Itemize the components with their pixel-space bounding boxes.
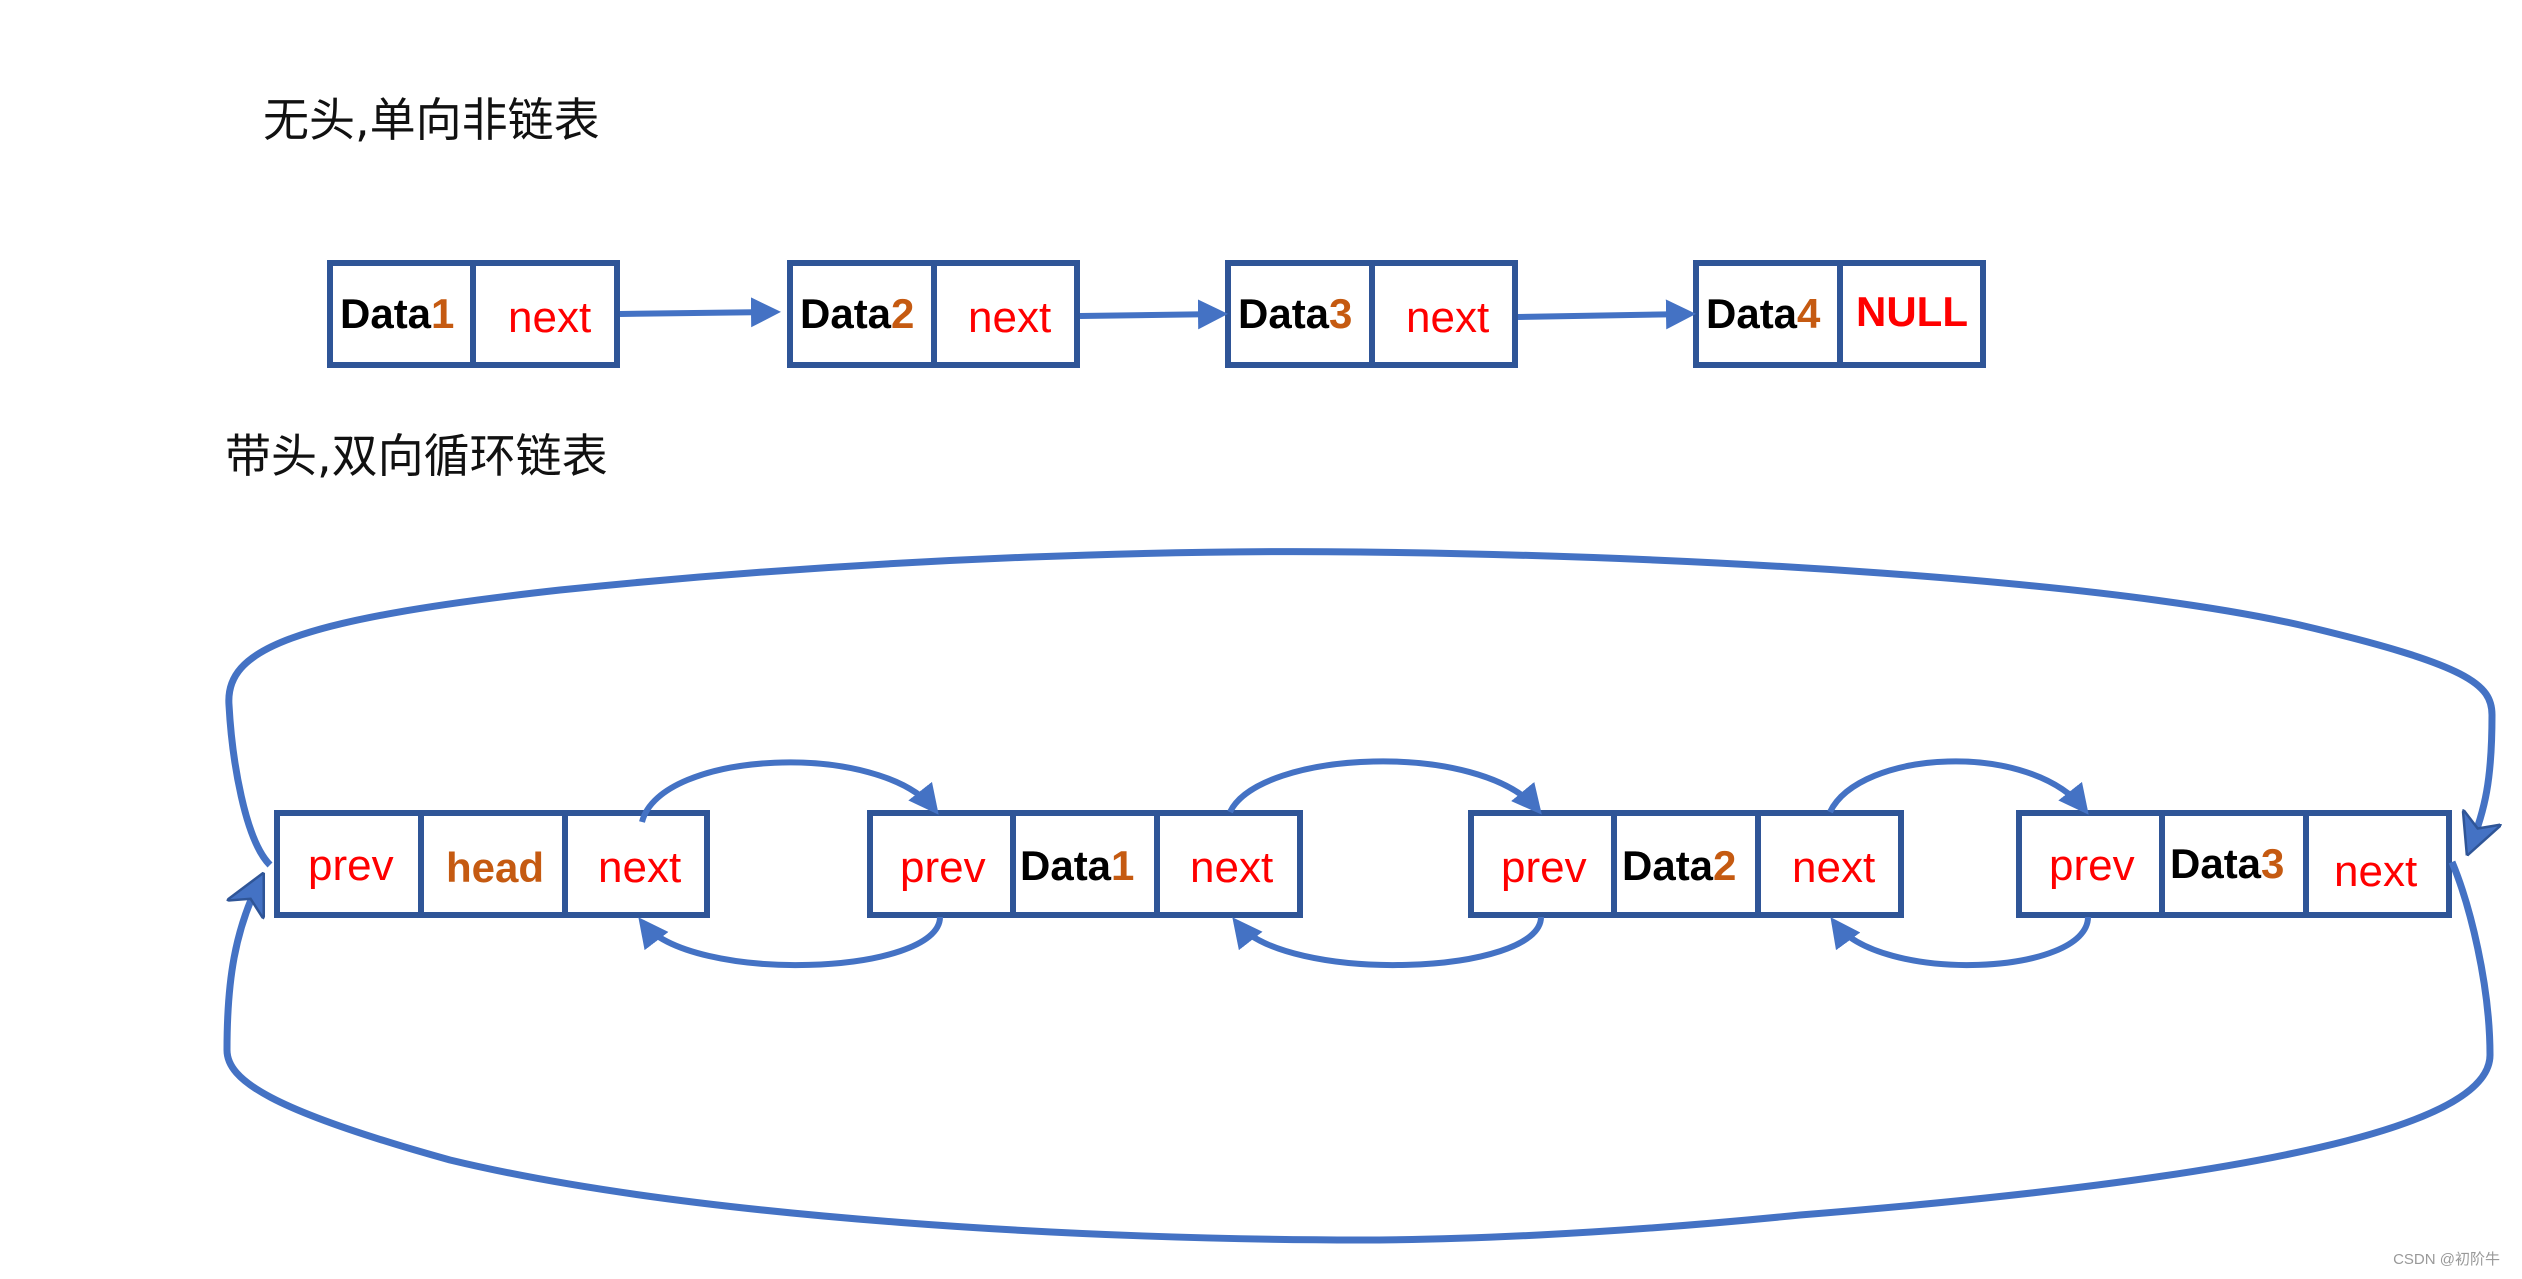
next-arrow-2-3 [1827,758,2089,815]
doubly-node-3: prev Data3 next [2016,810,2452,918]
next-pointer-label: next [1190,843,1273,892]
node-data-label: Data3 [2170,840,2284,887]
singly-node-4: Data4 NULL [1693,260,1986,368]
next-pointer-label: next [968,293,1051,342]
head-label: head [446,844,544,891]
singly-node-3: Data3 next [1225,260,1518,368]
watermark: CSDN @初阶牛 [2393,1251,2500,1268]
prev-arrow-1-head [638,916,943,968]
node-data-label: Data2 [1622,842,1736,889]
next-pointer-label: next [508,293,591,342]
singly-arrow-2-3 [1079,299,1228,330]
next-pointer-label: next [1792,843,1875,892]
head-node: prev head next [274,810,710,918]
next-arrow-1-2 [1227,758,1542,815]
node-data-label: Data1 [1020,842,1134,889]
node-data-label: Data3 [1238,290,1352,337]
prev-arrow-3-2 [1830,916,2091,969]
doubly-node-1: prev Data1 next [867,810,1303,918]
node-data-label: Data1 [340,290,454,337]
next-pointer-label: next [1406,293,1489,342]
node-data-label: Data2 [800,290,914,337]
prev-pointer-label: prev [308,841,394,890]
circular-prev-loop [223,860,2494,1244]
singly-node-2: Data2 next [787,260,1080,368]
prev-pointer-label: prev [2049,841,2135,890]
singly-arrow-3-4 [1517,299,1696,330]
next-pointer-label: next [2334,847,2417,896]
doubly-node-2: prev Data2 next [1468,810,1904,918]
node-data-label: Data4 [1706,290,1821,337]
singly-arrow-1-2 [619,297,781,328]
null-pointer-label: NULL [1856,288,1968,335]
next-pointer-label: next [598,843,681,892]
singly-node-1: Data1 next [327,260,620,368]
prev-pointer-label: prev [900,843,986,892]
linked-list-diagram: Data1 next Data2 next Data3 next Data4 N… [223,260,2522,1244]
prev-arrow-2-1 [1232,916,1544,968]
prev-pointer-label: prev [1501,843,1587,892]
